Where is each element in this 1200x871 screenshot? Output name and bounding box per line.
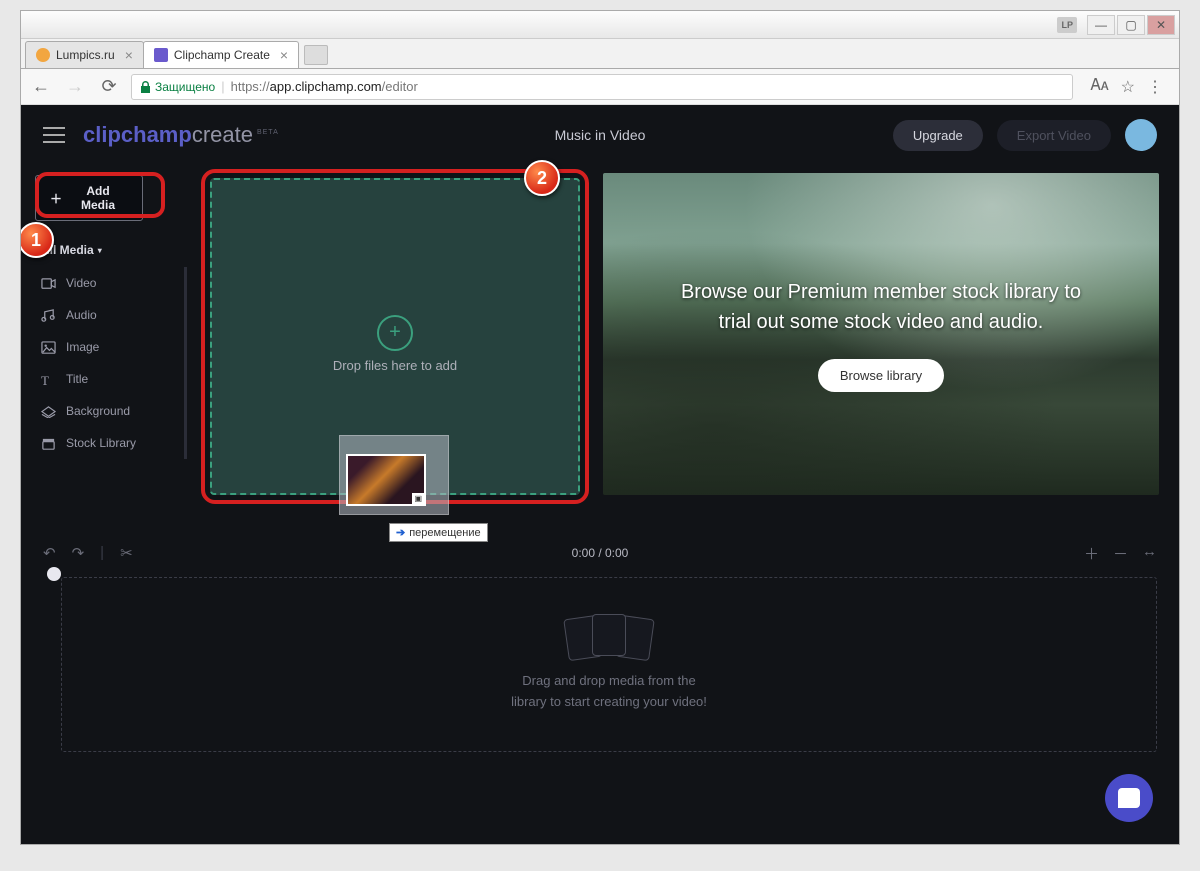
- title-icon: T: [41, 373, 56, 386]
- browse-library-button[interactable]: Browse library: [818, 359, 944, 392]
- sidebar-item-stock-library[interactable]: Stock Library: [35, 427, 180, 459]
- upgrade-button[interactable]: Upgrade: [893, 120, 983, 151]
- timeline-hint: Drag and drop media from the library to …: [511, 671, 707, 713]
- forward-button[interactable]: →: [63, 75, 87, 99]
- window-title-bar: LP — ▢ ✕: [21, 11, 1179, 39]
- menu-icon[interactable]: ⋮: [1147, 77, 1163, 97]
- plus-circle-icon: +: [377, 315, 413, 351]
- window-minimize-button[interactable]: —: [1087, 15, 1115, 35]
- address-bar: ← → ⟳ Защищено | https://app.clipchamp.c…: [21, 69, 1179, 105]
- drag-ghost: ▣: [339, 435, 449, 515]
- background-icon: [41, 405, 56, 418]
- move-arrow-icon: ➔: [396, 526, 405, 539]
- project-title[interactable]: Music in Video: [555, 127, 646, 143]
- close-icon[interactable]: ×: [125, 47, 133, 63]
- zoom-out-button[interactable]: －: [1113, 543, 1128, 564]
- sidebar-item-title[interactable]: TTitle: [35, 363, 180, 395]
- annotation-marker-2: 2: [524, 160, 560, 196]
- browser-tab-strip: Lumpics.ru × Clipchamp Create ×: [21, 39, 1179, 69]
- new-tab-button[interactable]: [304, 45, 328, 65]
- media-sidebar: ＋ Add Media All Media ▾ Video Audio Imag…: [21, 165, 201, 525]
- timeline-toolbar: ↶ ↷ | ✂ 0:00 / 0:00 ＋ － ↔: [21, 533, 1179, 573]
- app-header: clipchampcreateBETA Music in Video Upgra…: [21, 105, 1179, 165]
- user-avatar[interactable]: [1125, 119, 1157, 151]
- sidebar-item-video[interactable]: Video: [35, 267, 180, 299]
- window-close-button[interactable]: ✕: [1147, 15, 1175, 35]
- lock-icon: Защищено: [140, 80, 215, 94]
- all-media-dropdown[interactable]: All Media ▾: [41, 243, 181, 257]
- redo-button[interactable]: ↷: [72, 544, 85, 562]
- intercom-chat-button[interactable]: [1105, 774, 1153, 822]
- timeline-area[interactable]: Drag and drop media from the library to …: [43, 577, 1157, 817]
- stock-promo-panel: Browse our Premium member stock library …: [603, 173, 1159, 495]
- favicon-icon: [154, 48, 168, 62]
- chevron-down-icon: ▾: [98, 246, 102, 255]
- sidebar-item-audio[interactable]: Audio: [35, 299, 180, 331]
- app-root: 1 2 clipchampcreateBETA Music in Video U…: [21, 105, 1179, 844]
- back-button[interactable]: ←: [29, 75, 53, 99]
- stock-icon: [41, 437, 56, 450]
- browser-tab-clipchamp[interactable]: Clipchamp Create ×: [143, 41, 299, 68]
- url-input[interactable]: Защищено | https://app.clipchamp.com/edi…: [131, 74, 1073, 100]
- tab-title: Lumpics.ru: [56, 48, 115, 62]
- playhead[interactable]: [47, 567, 61, 581]
- add-media-button[interactable]: ＋ Add Media: [35, 175, 143, 221]
- chat-icon: [1118, 788, 1140, 808]
- translate-icon[interactable]: 🗛: [1091, 77, 1109, 97]
- app-logo: clipchampcreateBETA: [83, 122, 279, 148]
- reload-button[interactable]: ⟳: [97, 75, 121, 99]
- drag-badge-icon: ▣: [412, 493, 424, 504]
- zoom-in-button[interactable]: ＋: [1084, 543, 1099, 564]
- bookmark-icon[interactable]: ☆: [1121, 77, 1135, 97]
- promo-text: Browse our Premium member stock library …: [651, 277, 1111, 337]
- media-cards-icon: [570, 617, 648, 659]
- sidebar-item-image[interactable]: Image: [35, 331, 180, 363]
- tab-title: Clipchamp Create: [174, 48, 270, 62]
- video-icon: [41, 277, 56, 290]
- hamburger-icon[interactable]: [43, 127, 65, 143]
- lp-badge: LP: [1057, 17, 1077, 33]
- export-video-button: Export Video: [997, 120, 1111, 151]
- drag-thumbnail: ▣: [346, 454, 426, 506]
- close-icon[interactable]: ×: [280, 47, 288, 63]
- window-maximize-button[interactable]: ▢: [1117, 15, 1145, 35]
- image-icon: [41, 341, 56, 354]
- cut-button[interactable]: ✂: [120, 544, 133, 562]
- audio-icon: [41, 309, 56, 322]
- timeline-time: 0:00 / 0:00: [572, 546, 629, 560]
- plus-icon: ＋: [50, 190, 62, 207]
- favicon-icon: [36, 48, 50, 62]
- sidebar-item-background[interactable]: Background: [35, 395, 180, 427]
- dropzone-label: Drop files here to add: [333, 358, 457, 373]
- timeline-empty-state[interactable]: Drag and drop media from the library to …: [61, 577, 1157, 752]
- fit-button[interactable]: ↔: [1142, 543, 1157, 564]
- drag-tooltip: ➔ перемещение: [389, 523, 488, 542]
- browser-tab-lumpics[interactable]: Lumpics.ru ×: [25, 41, 144, 68]
- undo-button[interactable]: ↶: [43, 544, 56, 562]
